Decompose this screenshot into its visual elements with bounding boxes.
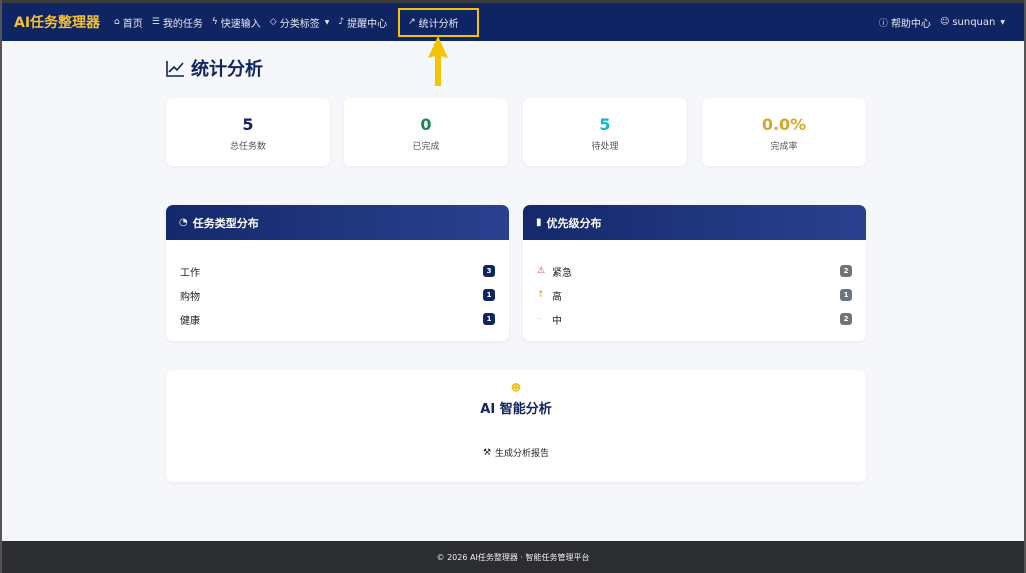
list-item: 健康 1 [166, 307, 509, 331]
home-icon: ⌂ [114, 17, 120, 27]
task-type-panel-title: 任务类型分布 [192, 216, 259, 230]
generate-report-label: 生成分析报告 [495, 449, 550, 459]
footer: © 2026 AI任务整理器 · 智能任务管理平台 [2, 541, 1024, 573]
task-type-label: 购物 [180, 291, 200, 303]
nav-help-center[interactable]: ⓘ 帮助中心 [879, 15, 931, 30]
count-badge: 2 [840, 313, 852, 325]
dash-icon: – [537, 314, 542, 324]
nav-help-center-label: 帮助中心 [890, 18, 931, 30]
pie-chart-icon: ◔ [179, 217, 188, 228]
ai-analysis-title: AI 智能分析 [480, 402, 552, 417]
count-badge: 1 [483, 313, 495, 325]
priority-label: 紧急 [552, 267, 572, 279]
page-title: 统计分析 [166, 55, 263, 81]
stat-card-pending: 5 待处理 [523, 98, 687, 166]
warning-icon: ⚠ [537, 266, 546, 276]
tag-icon: ◇ [269, 17, 277, 27]
stat-card-total: 5 总任务数 [166, 98, 330, 166]
magic-wand-icon: ⚒ [482, 447, 492, 458]
list-item: – 中 2 [523, 307, 866, 331]
priority-panel-header: ▮ 优先级分布 [523, 205, 866, 240]
stat-completed-label: 已完成 [412, 142, 440, 152]
task-type-panel: ◔ 任务类型分布 工作 3 购物 1 健康 1 [166, 205, 509, 341]
list-item: ⚠ 紧急 2 [523, 259, 866, 283]
count-badge: 1 [483, 289, 495, 301]
stat-completed-value: 0 [420, 115, 432, 134]
user-menu[interactable]: ☺ sunquan ▼ [940, 17, 1005, 28]
count-badge: 3 [483, 265, 495, 277]
task-type-panel-header: ◔ 任务类型分布 [166, 205, 509, 240]
priority-label: 中 [552, 315, 562, 327]
chevron-down-icon: ▼ [324, 18, 330, 26]
arrow-up-icon: ↑ [537, 290, 545, 300]
annotation-arrow-icon [428, 36, 448, 86]
page-title-text: 统计分析 [191, 59, 263, 80]
ai-analysis-subtitle [166, 420, 866, 430]
ai-analysis-card: ☻ AI 智能分析 ⚒ 生成分析报告 [166, 370, 866, 482]
nav-statistics[interactable]: ↗ 统计分析 [398, 7, 479, 37]
nav-category-tags-label: 分类标签 [279, 18, 320, 30]
stat-card-completed: 0 已完成 [344, 98, 508, 166]
priority-panel: ▮ 优先级分布 ⚠ 紧急 2 ↑ 高 1 – 中 2 [523, 205, 866, 341]
nav-quick-input[interactable]: ϟ 快速输入 [212, 15, 261, 30]
nav-statistics-label: 统计分析 [418, 18, 459, 30]
robot-icon: ☻ [510, 383, 522, 394]
stat-pending-value: 5 [599, 115, 611, 134]
question-circle-icon: ⓘ [878, 18, 888, 29]
brand-logo[interactable]: AI任务整理器 [14, 12, 100, 32]
priority-label: 高 [552, 291, 562, 303]
footer-text: © 2026 AI任务整理器 · 智能任务管理平台 [436, 552, 590, 562]
lightning-icon: ϟ [211, 17, 218, 27]
chart-line-icon: ↗ [408, 17, 416, 27]
bar-chart-icon: ▮ [536, 217, 542, 228]
generate-report-button[interactable]: ⚒ 生成分析报告 [482, 446, 550, 460]
nav-reminder-center-label: 提醒中心 [347, 18, 388, 30]
stat-completion-rate-value: 0.0% [761, 115, 807, 134]
nav-category-tags[interactable]: ◇ 分类标签 ▼ [270, 15, 330, 30]
nav-quick-input-label: 快速输入 [220, 18, 261, 30]
nav-my-tasks[interactable]: ☰ 我的任务 [152, 15, 203, 30]
priority-panel-title: 优先级分布 [546, 216, 602, 230]
list-item: 工作 3 [166, 259, 509, 283]
nav-my-tasks-label: 我的任务 [162, 18, 203, 30]
task-type-label: 健康 [180, 315, 200, 327]
count-badge: 1 [840, 289, 852, 301]
list-item: 购物 1 [166, 283, 509, 307]
list-item: ↑ 高 1 [523, 283, 866, 307]
task-type-label: 工作 [180, 267, 200, 279]
user-circle-icon: ☺ [939, 17, 950, 27]
count-badge: 2 [840, 265, 852, 277]
navbar-right: ⓘ 帮助中心 ☺ sunquan ▼ [879, 15, 1014, 30]
nav-reminder-center[interactable]: ♪ 提醒中心 [338, 15, 387, 30]
stat-total-value: 5 [242, 115, 254, 134]
navbar: AI任务整理器 ⌂ 首页 ☰ 我的任务 ϟ 快速输入 ◇ 分类标签 ▼ ♪ 提醒… [2, 3, 1024, 41]
stat-completion-rate-label: 完成率 [770, 142, 798, 152]
user-name: sunquan [952, 16, 996, 28]
chart-line-icon [166, 60, 184, 77]
nav-home[interactable]: ⌂ 首页 [114, 15, 143, 30]
nav-home-label: 首页 [122, 18, 143, 30]
stat-pending-label: 待处理 [591, 142, 619, 152]
stat-total-label: 总任务数 [229, 142, 266, 152]
list-icon: ☰ [151, 17, 160, 27]
chevron-down-icon: ▼ [1000, 18, 1005, 26]
stat-card-completion-rate: 0.0% 完成率 [702, 98, 866, 166]
bell-icon: ♪ [338, 17, 345, 27]
